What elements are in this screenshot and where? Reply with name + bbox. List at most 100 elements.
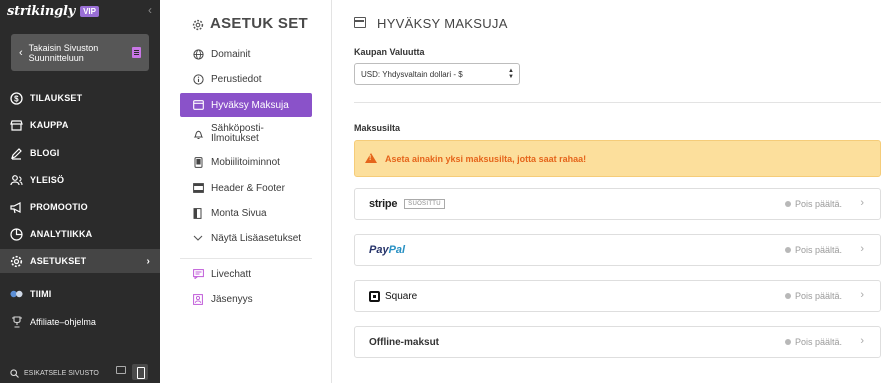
nav-store[interactable]: KAUPPA bbox=[0, 113, 160, 137]
menu-item-basic-info[interactable]: Perustiedot bbox=[180, 67, 312, 91]
pages-icon bbox=[192, 207, 204, 219]
menu-item-header-footer-label: Header & Footer bbox=[211, 182, 285, 194]
gateway-status: Pois päältä. bbox=[784, 337, 842, 347]
menu-item-header-footer[interactable]: Header & Footer bbox=[180, 176, 312, 200]
chevron-right-icon: › bbox=[860, 289, 864, 301]
chat-icon bbox=[192, 268, 204, 280]
chevron-down-icon bbox=[192, 232, 204, 244]
gateway-status-text: Pois päältä. bbox=[794, 199, 842, 209]
status-dot bbox=[784, 339, 791, 345]
status-dot bbox=[784, 293, 791, 299]
menu-item-accept-payments[interactable]: Hyväksy Maksuja bbox=[180, 93, 312, 117]
menu-item-mobile[interactable]: Mobiilitoiminnot bbox=[180, 150, 312, 174]
menu-item-livechat[interactable]: Livechatt bbox=[180, 262, 312, 286]
gateway-stripe[interactable]: stripe SUOSITTU Pois päältä. › bbox=[354, 188, 881, 220]
chevron-left-icon: ‹ bbox=[19, 46, 23, 59]
stripe-logo: stripe bbox=[369, 198, 398, 210]
menu-item-show-advanced-label: Näytä Lisäasetukset bbox=[211, 232, 302, 244]
nav-audience-label: YLEISÖ bbox=[30, 175, 65, 185]
square-logo-icon bbox=[369, 290, 380, 302]
paypal-logo-part-a: Pay bbox=[369, 244, 389, 256]
gateway-offline[interactable]: Offline-maksut Pois päältä. › bbox=[354, 326, 881, 358]
layout-icon bbox=[192, 182, 204, 194]
warning-text: Aseta ainakin yksi maksusilta, jotta saa… bbox=[385, 153, 587, 164]
back-to-editor-label: Takaisin Sivuston Suunnitteluun bbox=[28, 42, 99, 63]
nav-team[interactable]: TIIMI bbox=[0, 282, 160, 306]
desktop-view-icon[interactable] bbox=[116, 366, 126, 374]
mobile-view-icon[interactable] bbox=[132, 364, 148, 380]
section-divider bbox=[354, 102, 881, 103]
nav-store-label: KAUPPA bbox=[30, 120, 69, 130]
info-icon bbox=[192, 73, 204, 85]
globe-icon bbox=[192, 48, 204, 60]
menu-item-membership-label: Jäsenyys bbox=[211, 293, 253, 305]
document-icon bbox=[132, 47, 141, 58]
menu-item-membership[interactable]: Jäsenyys bbox=[180, 287, 312, 311]
gateway-status: Pois päältä. bbox=[784, 199, 842, 209]
settings-menu: ASETUK SET Domainit Perustiedot Hyväksy … bbox=[160, 0, 332, 383]
warning-icon bbox=[365, 153, 377, 164]
gateway-status: Pois päältä. bbox=[784, 291, 842, 301]
audience-icon bbox=[10, 174, 23, 187]
team-icon bbox=[10, 288, 23, 301]
pen-icon bbox=[10, 147, 23, 160]
nav-blog-label: BLOGI bbox=[30, 148, 60, 158]
paypal-logo: PayPal bbox=[369, 244, 405, 256]
back-to-editor-button[interactable]: ‹ Takaisin Sivuston Suunnitteluun bbox=[11, 34, 149, 71]
nav-analytics[interactable]: ANALYTIIKKA bbox=[0, 222, 160, 246]
nav-affiliate[interactable]: Affiliate–ohjelma bbox=[0, 310, 160, 334]
menu-divider bbox=[180, 258, 312, 259]
mobile-icon bbox=[192, 156, 204, 168]
warning-banner: Aseta ainakin yksi maksusilta, jotta saa… bbox=[354, 140, 881, 177]
gateways-label: Maksusilta bbox=[354, 123, 401, 133]
menu-item-multiple-pages-label: Monta Sivua bbox=[211, 207, 267, 219]
menu-item-domains-label: Domainit bbox=[211, 48, 251, 60]
brand-logo: strikingly bbox=[7, 3, 76, 19]
nav-affiliate-label: Affiliate–ohjelma bbox=[30, 317, 96, 327]
gateway-paypal[interactable]: PayPal Pois päältä. › bbox=[354, 234, 881, 266]
gateway-square[interactable]: Square Pois päältä. › bbox=[354, 280, 881, 312]
square-label: Square bbox=[385, 290, 418, 302]
chevron-right-icon: › bbox=[146, 255, 150, 267]
chevron-right-icon: › bbox=[860, 243, 864, 255]
nav-blog[interactable]: BLOGI bbox=[0, 141, 160, 165]
nav-settings-label: ASETUKSET bbox=[30, 256, 87, 266]
status-dot bbox=[784, 247, 791, 253]
store-icon bbox=[10, 119, 23, 132]
currency-select[interactable]: USD: Yhdysvaltain dollari - $ ▲ ▼ bbox=[354, 63, 520, 85]
nav-analytics-label: ANALYTIIKKA bbox=[30, 229, 93, 239]
gateway-status: Pois päältä. bbox=[784, 245, 842, 255]
menu-item-domains[interactable]: Domainit bbox=[180, 42, 312, 66]
member-icon bbox=[192, 293, 204, 305]
menu-item-multiple-pages[interactable]: Monta Sivua bbox=[180, 201, 312, 225]
gateway-status-text: Pois päältä. bbox=[794, 337, 842, 347]
menu-item-basic-info-label: Perustiedot bbox=[211, 73, 262, 85]
brand[interactable]: strikingly VIP bbox=[7, 3, 99, 19]
nav-team-label: TIIMI bbox=[30, 289, 52, 299]
settings-menu-title: ASETUK SET bbox=[210, 15, 309, 32]
svg-text:$: $ bbox=[14, 94, 19, 103]
gateway-status-text: Pois päältä. bbox=[794, 291, 842, 301]
nav-audience[interactable]: YLEISÖ bbox=[0, 168, 160, 192]
nav-orders-label: TILAUKSET bbox=[30, 93, 83, 103]
nav-promotion-label: PROMOOTIO bbox=[30, 202, 88, 212]
menu-item-mobile-label: Mobiilitoiminnot bbox=[211, 156, 280, 168]
nav-orders[interactable]: $ TILAUKSET bbox=[0, 86, 160, 110]
gear-icon bbox=[10, 255, 23, 268]
collapse-sidebar-icon[interactable]: ‹ bbox=[148, 3, 152, 17]
page-title: HYVÄKSY MAKSUJA bbox=[377, 16, 508, 31]
dollar-circle-icon: $ bbox=[10, 91, 23, 105]
main-sidebar: strikingly VIP ‹ ‹ Takaisin Sivuston Suu… bbox=[0, 0, 160, 383]
currency-select-value: USD: Yhdysvaltain dollari - $ bbox=[361, 69, 463, 79]
menu-item-livechat-label: Livechatt bbox=[211, 268, 252, 280]
menu-item-email-notifications[interactable]: Sähköposti-Ilmoitukset bbox=[180, 121, 312, 147]
megaphone-icon bbox=[10, 201, 23, 214]
chevron-right-icon: › bbox=[860, 335, 864, 347]
gear-icon bbox=[192, 18, 204, 36]
nav-settings[interactable]: ASETUKSET › bbox=[0, 249, 160, 273]
nav-promotion[interactable]: PROMOOTIO bbox=[0, 195, 160, 219]
paypal-logo-part-b: Pal bbox=[388, 244, 406, 256]
menu-item-show-advanced[interactable]: Näytä Lisäasetukset bbox=[180, 226, 312, 250]
accept-payments-panel: HYVÄKSY MAKSUJA Kaupan Valuutta USD: Yhd… bbox=[333, 0, 891, 383]
status-dot bbox=[784, 201, 791, 207]
